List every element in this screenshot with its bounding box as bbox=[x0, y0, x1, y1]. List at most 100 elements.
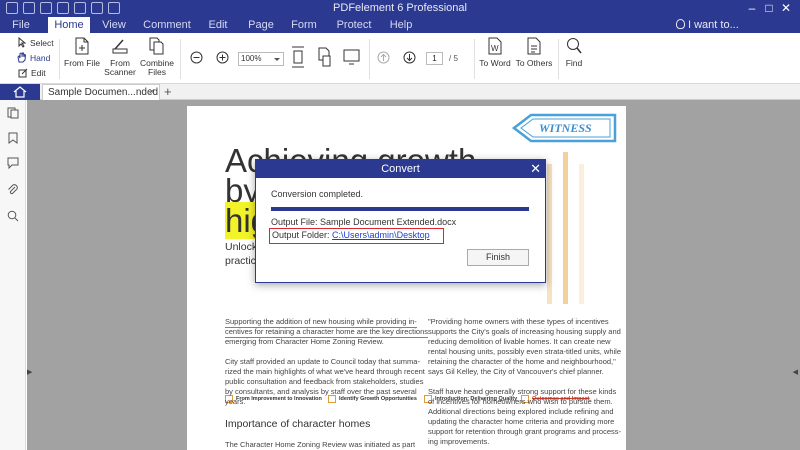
col2-line: reducing demolition of livable homes. It… bbox=[428, 337, 611, 346]
menu-page[interactable]: Page bbox=[247, 17, 275, 33]
conversion-message: Conversion completed. bbox=[271, 189, 364, 199]
full-screen-icon[interactable] bbox=[343, 49, 360, 65]
dialog-close-button[interactable]: ✕ bbox=[530, 160, 541, 178]
from-file-label: From File bbox=[64, 58, 100, 68]
zoom-in-icon[interactable] bbox=[216, 51, 229, 64]
home-tab[interactable] bbox=[0, 84, 40, 100]
output-file-name: Sample Document Extended.docx bbox=[320, 217, 457, 227]
select-label: Select bbox=[30, 37, 54, 48]
new-file-icon bbox=[75, 37, 89, 55]
to-word-button[interactable]: W To Word bbox=[478, 37, 512, 68]
page-number-input[interactable]: 1 bbox=[426, 52, 443, 65]
subheading: Importance of character homes bbox=[225, 418, 371, 430]
combine-files-button[interactable]: Combine Files bbox=[139, 37, 175, 77]
col1-line: The Character Home Zoning Review was ini… bbox=[225, 440, 416, 449]
from-file-button[interactable]: From File bbox=[64, 37, 100, 68]
menu-view[interactable]: View bbox=[98, 17, 130, 33]
search-icon bbox=[567, 38, 582, 54]
ribbon-divider bbox=[180, 39, 181, 79]
page-total: / 5 bbox=[449, 54, 458, 63]
col2-line: "Providing home owners with these types … bbox=[428, 317, 609, 326]
expand-left-icon[interactable]: ▶ bbox=[27, 368, 32, 376]
word-file-icon: W bbox=[488, 37, 502, 55]
to-word-label: To Word bbox=[479, 58, 511, 68]
col1-line: rized the main highlights of what we've … bbox=[225, 367, 425, 376]
progress-fill bbox=[271, 207, 529, 211]
output-file-row: Output File: Sample Document Extended.do… bbox=[271, 217, 456, 227]
ribbon-divider bbox=[474, 39, 475, 79]
col2-line: says Gil Kelley, the City of Vancouver's… bbox=[428, 367, 604, 376]
chevron-down-icon bbox=[274, 58, 280, 64]
edit-icon bbox=[18, 68, 28, 78]
to-others-button[interactable]: To Others bbox=[514, 37, 554, 68]
expand-right-icon[interactable]: ◀ bbox=[793, 368, 798, 376]
document-tab[interactable]: Sample Documen...nded × bbox=[42, 84, 160, 100]
minimize-button[interactable]: – bbox=[744, 1, 760, 15]
bookmark-icon[interactable] bbox=[7, 132, 19, 144]
previous-page-icon[interactable] bbox=[377, 51, 390, 64]
edit-label: Edit bbox=[31, 68, 46, 78]
convert-dialog: Convert ✕ Conversion completed. Output F… bbox=[255, 159, 546, 283]
close-window-button[interactable]: ✕ bbox=[778, 1, 794, 15]
close-tab-icon[interactable]: × bbox=[149, 85, 155, 100]
add-tab-button[interactable]: + bbox=[164, 84, 172, 99]
lightbulb-icon bbox=[676, 19, 685, 29]
zoom-out-icon[interactable] bbox=[190, 51, 203, 64]
page-layout-icon[interactable] bbox=[317, 46, 333, 68]
to-others-label: To Others bbox=[515, 58, 553, 68]
select-tool[interactable]: Select bbox=[18, 37, 54, 48]
dialog-title: Convert bbox=[381, 163, 420, 175]
hand-tool[interactable]: Hand bbox=[16, 52, 50, 63]
menu-form[interactable]: Form bbox=[289, 17, 319, 33]
hand-icon bbox=[17, 52, 27, 63]
ribbon-divider bbox=[59, 39, 60, 79]
combine-label-2: Files bbox=[148, 67, 166, 77]
document-tab-label: Sample Documen...nded bbox=[48, 87, 159, 98]
col2-line: Staff have heard generally strong suppor… bbox=[428, 387, 617, 396]
search-panel-icon[interactable] bbox=[7, 210, 19, 222]
finish-button[interactable]: Finish bbox=[467, 249, 529, 266]
chart-bar bbox=[547, 164, 552, 304]
left-sidebar bbox=[0, 100, 26, 450]
menu-home[interactable]: Home bbox=[48, 17, 90, 33]
comment-icon[interactable] bbox=[7, 157, 19, 169]
app-title: PDFelement 6 Professional bbox=[333, 2, 467, 14]
pdfelement-window: PDFelement 6 Professional – □ ✕ File Hom… bbox=[0, 0, 800, 450]
menu-help[interactable]: Help bbox=[387, 17, 415, 33]
home-icon bbox=[13, 86, 27, 98]
scanner-icon bbox=[112, 39, 128, 54]
zoom-value: 100% bbox=[241, 54, 262, 63]
i-want-to-search[interactable]: I want to... bbox=[676, 17, 739, 33]
svg-text:W: W bbox=[491, 44, 499, 53]
output-file-label: Output File: bbox=[271, 217, 318, 227]
fit-height-icon[interactable] bbox=[291, 46, 305, 68]
thumbnails-icon[interactable] bbox=[7, 107, 19, 119]
menu-file[interactable]: File bbox=[6, 17, 36, 33]
ribbon-divider bbox=[558, 39, 559, 79]
menu-protect[interactable]: Protect bbox=[336, 17, 372, 33]
zoom-select[interactable]: 100% bbox=[238, 52, 284, 66]
stamp-text: WITNESS bbox=[539, 121, 592, 135]
output-folder-label: Output Folder: bbox=[272, 230, 330, 240]
col1-line: by consultants, and analysis by staff ov… bbox=[225, 387, 417, 396]
document-tab-bar: Sample Documen...nded × + bbox=[0, 84, 800, 100]
combine-files-icon bbox=[149, 37, 164, 55]
other-file-icon bbox=[527, 37, 541, 55]
output-folder-link[interactable]: C:\Users\admin\Desktop bbox=[332, 230, 430, 240]
hand-label: Hand bbox=[30, 52, 51, 63]
col1-line: City staff provided an update to Council… bbox=[225, 357, 420, 366]
col2-line: updating the character home criteria and… bbox=[428, 417, 615, 426]
find-label: Find bbox=[565, 58, 583, 68]
next-page-icon[interactable] bbox=[403, 51, 416, 64]
col2-line: of incentives for homeowners who wish to… bbox=[428, 397, 613, 406]
edit-tool[interactable]: Edit bbox=[18, 68, 46, 78]
menu-edit[interactable]: Edit bbox=[204, 17, 232, 33]
col2-line: supports the City's goals of increasing … bbox=[428, 327, 621, 336]
attachment-icon[interactable] bbox=[7, 184, 19, 196]
menu-comment[interactable]: Comment bbox=[142, 17, 192, 33]
search-hint: I want to... bbox=[688, 19, 739, 31]
find-button[interactable]: Find bbox=[562, 37, 586, 68]
witness-stamp[interactable]: WITNESS bbox=[511, 112, 619, 144]
from-scanner-button[interactable]: From Scanner bbox=[103, 37, 137, 77]
maximize-button[interactable]: □ bbox=[761, 1, 777, 15]
